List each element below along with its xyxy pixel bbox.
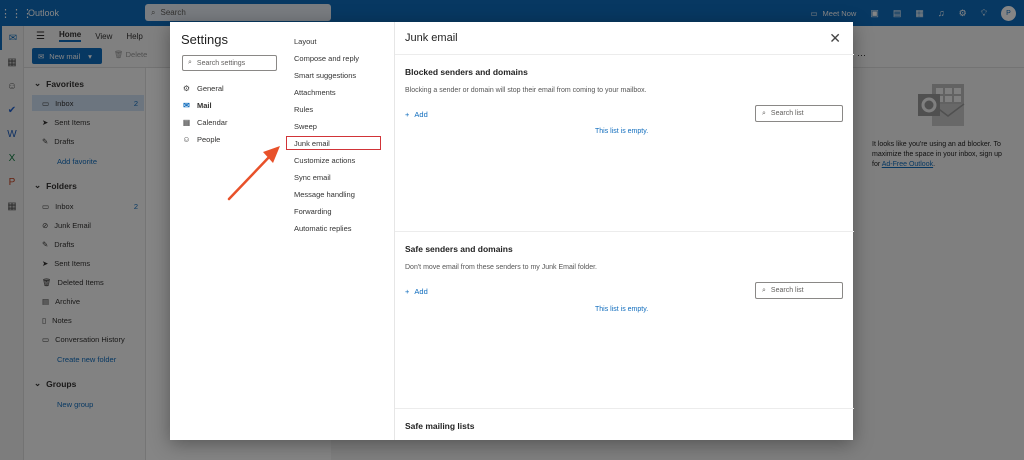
category-general[interactable]: ⚙ General <box>182 81 282 95</box>
blocked-search-input[interactable]: ⌕ Search list <box>755 105 843 122</box>
divider <box>395 231 854 232</box>
category-label: Calendar <box>197 117 228 127</box>
category-label: General <box>197 83 224 93</box>
safe-mailing-lists-header: Safe mailing lists <box>405 421 475 431</box>
settings-categories: Settings ⌕ Search settings ⚙ General ✉ M… <box>170 22 283 440</box>
subcategory-junk-email[interactable]: Junk email <box>286 136 381 150</box>
subcategory-smart-suggestions[interactable]: Smart suggestions <box>294 68 392 82</box>
search-placeholder: Search list <box>770 110 804 117</box>
safe-search-input[interactable]: ⌕ Search list <box>755 282 843 299</box>
search-icon: ⌕ <box>762 109 766 117</box>
blocked-senders-description: Blocking a sender or domain will stop th… <box>405 87 647 94</box>
safe-empty-message: This list is empty. <box>595 306 649 313</box>
settings-subcategories: Layout Compose and reply Smart suggestio… <box>283 22 394 440</box>
subcategory-compose-and-reply[interactable]: Compose and reply <box>294 51 392 65</box>
settings-search-input[interactable]: ⌕ Search settings <box>182 55 277 71</box>
plus-icon: + <box>405 287 410 296</box>
add-blocked-sender-button[interactable]: + Add <box>405 110 428 119</box>
category-people[interactable]: ☺ People <box>182 132 282 146</box>
safe-senders-description: Don't move email from these senders to m… <box>405 264 597 271</box>
subcategory-automatic-replies[interactable]: Automatic replies <box>294 221 392 235</box>
category-mail[interactable]: ✉ Mail <box>182 98 282 112</box>
settings-dialog: Settings ⌕ Search settings ⚙ General ✉ M… <box>170 22 854 440</box>
blocked-empty-message: This list is empty. <box>595 128 649 135</box>
subcategory-sync-email[interactable]: Sync email <box>294 170 392 184</box>
subcategory-message-handling[interactable]: Message handling <box>294 187 392 201</box>
category-label: Mail <box>197 100 212 110</box>
gear-icon: ⚙ <box>182 83 191 93</box>
blocked-senders-header: Blocked senders and domains <box>405 67 528 77</box>
close-icon[interactable]: ✕ <box>829 30 841 47</box>
search-placeholder: Search list <box>770 287 804 294</box>
calendar-icon: ▦ <box>182 117 191 127</box>
search-icon: ⌕ <box>188 59 192 66</box>
search-icon: ⌕ <box>762 286 766 294</box>
add-label: Add <box>414 110 428 119</box>
subcategory-attachments[interactable]: Attachments <box>294 85 392 99</box>
safe-senders-header: Safe senders and domains <box>405 244 513 254</box>
add-label: Add <box>414 287 428 296</box>
people-icon: ☺ <box>182 134 191 144</box>
subcategory-layout[interactable]: Layout <box>294 34 392 48</box>
divider <box>395 408 854 409</box>
junk-email-settings: Junk email ✕ Blocked senders and domains… <box>394 22 854 440</box>
mail-icon: ✉ <box>183 100 190 110</box>
add-safe-sender-button[interactable]: + Add <box>405 287 428 296</box>
divider <box>395 54 854 55</box>
page-title: Junk email <box>405 32 458 44</box>
subcategory-forwarding[interactable]: Forwarding <box>294 204 392 218</box>
subcategory-sweep[interactable]: Sweep <box>294 119 392 133</box>
category-calendar[interactable]: ▦ Calendar <box>182 115 282 129</box>
category-label: People <box>197 134 221 144</box>
plus-icon: + <box>405 110 410 119</box>
settings-title: Settings <box>181 32 228 47</box>
subcategory-rules[interactable]: Rules <box>294 102 392 116</box>
subcategory-customize-actions[interactable]: Customize actions <box>294 153 392 167</box>
settings-search-placeholder: Search settings <box>196 59 246 67</box>
